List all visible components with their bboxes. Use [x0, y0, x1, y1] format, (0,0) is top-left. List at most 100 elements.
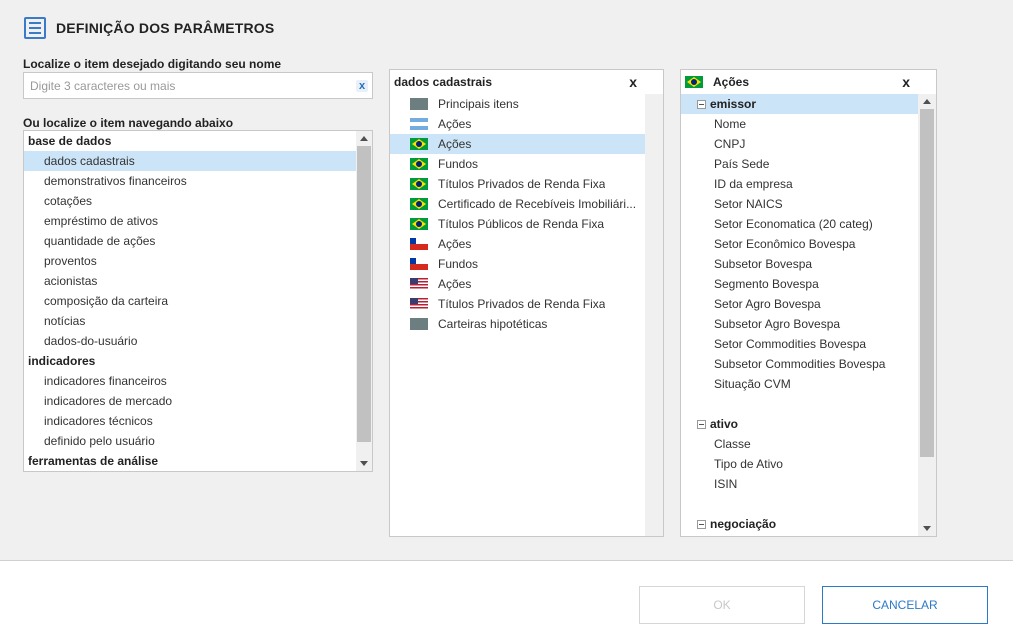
field-item[interactable]: Tipo de Ativo	[681, 454, 918, 474]
dataset-item-label: Ações	[438, 277, 472, 291]
field-item[interactable]: Setor NAICS	[681, 194, 918, 214]
list-icon	[24, 17, 46, 39]
tree-item[interactable]: indicadores financeiros	[24, 371, 356, 391]
folder-icon	[410, 98, 428, 110]
dataset-item[interactable]: Certificado de Recebíveis Imobiliári...	[390, 194, 645, 214]
scroll-down-icon[interactable]	[360, 461, 368, 466]
dataset-panel-title: dados cadastrais	[394, 75, 493, 89]
dataset-item-label: Títulos Públicos de Renda Fixa	[438, 217, 605, 231]
dataset-item[interactable]: Ações	[390, 134, 645, 154]
fields-panel-close-button[interactable]: x	[902, 70, 910, 94]
br-flag-icon	[410, 138, 428, 150]
us-flag-icon	[410, 298, 428, 310]
dataset-item[interactable]: Carteiras hipotéticas	[390, 314, 645, 334]
dataset-item-label: Certificado de Recebíveis Imobiliári...	[438, 197, 637, 211]
br-flag-icon	[410, 218, 428, 230]
field-group-label: ativo	[710, 417, 739, 431]
navigate-label: Ou localize o item navegando abaixo	[23, 116, 234, 130]
tree-item[interactable]: cotações	[24, 191, 356, 211]
tree-item[interactable]: proventos	[24, 251, 356, 271]
fields-panel-title: Ações	[713, 75, 750, 89]
scroll-thumb[interactable]	[920, 109, 934, 457]
field-item[interactable]: ID da empresa	[681, 174, 918, 194]
dataset-scrollbar[interactable]	[645, 94, 663, 536]
folder-icon	[410, 318, 428, 330]
dialog-header: DEFINIÇÃO DOS PARÂMETROS	[24, 17, 274, 39]
field-group[interactable]: ativo	[681, 414, 918, 434]
field-group[interactable]: negociação	[681, 514, 918, 534]
tree-group[interactable]: indicadores	[24, 351, 356, 371]
field-item[interactable]: CNPJ	[681, 134, 918, 154]
tree-item[interactable]: composição da carteira	[24, 291, 356, 311]
dataset-item-label: Principais itens	[438, 97, 519, 111]
dataset-item-label: Fundos	[438, 257, 479, 271]
scroll-thumb[interactable]	[357, 146, 371, 442]
brazil-flag-icon	[685, 76, 703, 88]
tree-item[interactable]: dados cadastrais	[24, 151, 356, 171]
field-item[interactable]: Setor Agro Bovespa	[681, 294, 918, 314]
scroll-up-icon[interactable]	[360, 136, 368, 141]
field-item[interactable]: Nome	[681, 114, 918, 134]
dataset-panel-close-button[interactable]: x	[629, 70, 637, 94]
dataset-item[interactable]: Ações	[390, 274, 645, 294]
tree-group[interactable]: ferramentas de análise	[24, 451, 356, 471]
tree-item[interactable]: acionistas	[24, 271, 356, 291]
tree-group[interactable]: base de dados	[24, 131, 356, 151]
tree-item[interactable]: notícias	[24, 311, 356, 331]
field-item[interactable]: Setor Econômico Bovespa	[681, 234, 918, 254]
fields-scrollbar[interactable]	[918, 94, 936, 536]
dataset-item[interactable]: Ações	[390, 114, 645, 134]
dataset-item[interactable]: Ações	[390, 234, 645, 254]
category-tree-scrollbar[interactable]	[356, 131, 372, 471]
dataset-item-label: Títulos Privados de Renda Fixa	[438, 297, 606, 311]
field-item[interactable]: Subsetor Agro Bovespa	[681, 314, 918, 334]
field-item[interactable]: ISIN	[681, 474, 918, 494]
ok-button[interactable]: OK	[639, 586, 805, 624]
dataset-item-label: Títulos Privados de Renda Fixa	[438, 177, 606, 191]
dataset-item-label: Fundos	[438, 157, 479, 171]
tree-item[interactable]: definido pelo usuário	[24, 431, 356, 451]
field-item[interactable]: Subsetor Commodities Bovespa	[681, 354, 918, 374]
scroll-down-icon[interactable]	[923, 526, 931, 531]
field-group[interactable]: emissor	[681, 94, 918, 114]
search-box: x	[23, 72, 373, 99]
cancel-button[interactable]: CANCELAR	[822, 586, 988, 624]
tree-item[interactable]: indicadores de mercado	[24, 391, 356, 411]
dataset-item-label: Ações	[438, 137, 472, 151]
dataset-item[interactable]: Fundos	[390, 154, 645, 174]
tree-item[interactable]: empréstimo de ativos	[24, 211, 356, 231]
field-item[interactable]: Situação CVM	[681, 374, 918, 394]
field-group-label: negociação	[710, 517, 777, 531]
dataset-item[interactable]: Títulos Privados de Renda Fixa	[390, 294, 645, 314]
br-flag-icon	[410, 178, 428, 190]
dataset-item[interactable]: Títulos Privados de Renda Fixa	[390, 174, 645, 194]
search-input[interactable]	[24, 73, 344, 98]
collapse-icon[interactable]	[697, 99, 706, 109]
field-item[interactable]: Setor Commodities Bovespa	[681, 334, 918, 354]
category-tree-panel: base de dados dados cadastrais demonstrati…	[23, 130, 373, 472]
collapse-icon[interactable]	[697, 519, 706, 529]
ar-flag-icon	[410, 118, 428, 130]
tree-item[interactable]: quantidade de ações	[24, 231, 356, 251]
dataset-item[interactable]: Fundos	[390, 254, 645, 274]
field-item[interactable]: Segmento Bovespa	[681, 274, 918, 294]
tree-item[interactable]: dados-do-usuário	[24, 331, 356, 351]
search-clear-button[interactable]: x	[356, 80, 368, 92]
dialog-footer: OK CANCELAR	[0, 560, 1013, 628]
field-item[interactable]: País Sede	[681, 154, 918, 174]
field-item[interactable]: Subsetor Bovespa	[681, 254, 918, 274]
search-label: Localize o item desejado digitando seu n…	[23, 57, 282, 71]
scroll-up-icon[interactable]	[923, 99, 931, 104]
tree-item[interactable]: demonstrativos financeiros	[24, 171, 356, 191]
collapse-icon[interactable]	[697, 419, 706, 429]
fields-panel-header: Ações x	[681, 70, 936, 94]
cl-flag-icon	[410, 238, 428, 250]
us-flag-icon	[410, 278, 428, 290]
dataset-item[interactable]: Títulos Públicos de Renda Fixa	[390, 214, 645, 234]
field-item[interactable]: Classe	[681, 434, 918, 454]
tree-item[interactable]: indicadores técnicos	[24, 411, 356, 431]
dataset-item[interactable]: Principais itens	[390, 94, 645, 114]
field-item[interactable]: Setor Economatica (20 categ)	[681, 214, 918, 234]
dataset-item-label: Ações	[438, 237, 472, 251]
fields-tree: emissor Nome CNPJ País Sede ID da empresa Set…	[681, 94, 918, 534]
